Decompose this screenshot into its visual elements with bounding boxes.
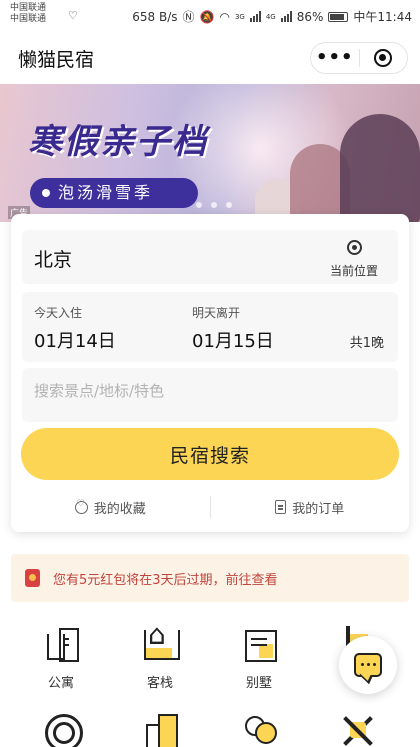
orders-label: 我的订单 xyxy=(292,501,345,517)
category-item[interactable] xyxy=(26,712,96,747)
signal-icon xyxy=(249,11,261,22)
search-card: 北京 当前位置 今天入住 01月14日 明天离开 01月15日 共1晚 民宿搜索… xyxy=(11,214,409,532)
category-inn[interactable]: 客栈 xyxy=(125,618,195,691)
banner-dot[interactable] xyxy=(226,202,232,208)
clock: 中午11:44 xyxy=(353,10,412,24)
carrier-2: 中国联通 xyxy=(10,14,47,24)
banner-subtitle: 泡汤滑雪季 xyxy=(30,178,198,208)
more-dots-icon[interactable]: ••• xyxy=(311,43,359,73)
heart-rate-icon: ♡ xyxy=(68,9,78,22)
nfc-icon: Ⓝ xyxy=(182,10,195,24)
current-location-label: 当前位置 xyxy=(329,264,378,278)
city-name: 北京 xyxy=(34,249,73,271)
apartment-icon xyxy=(43,626,79,662)
city-selector[interactable]: 北京 当前位置 xyxy=(22,230,398,284)
circle-icon xyxy=(43,712,83,747)
search-button[interactable]: 民宿搜索 xyxy=(21,428,399,480)
keyword-field[interactable] xyxy=(22,368,398,422)
category-villa[interactable]: 别墅 xyxy=(224,626,294,691)
notice-text: 您有5元红包将在3天后过期，前往查看 xyxy=(53,573,278,588)
favorites-label: 我的收藏 xyxy=(93,501,146,517)
mini-program-capsule: ••• xyxy=(310,42,408,74)
category-apartment[interactable]: 公寓 xyxy=(26,626,96,691)
status-right: 658 B/s Ⓝ 🔕 ◠ 3G 4G 86% 中午11:44 xyxy=(132,8,412,25)
locate-icon xyxy=(346,240,362,255)
banner-title: 寒假亲子档 xyxy=(28,122,208,162)
banner-dot[interactable] xyxy=(196,202,202,208)
nights-count: 共1晚 xyxy=(349,336,384,351)
chat-button[interactable] xyxy=(339,636,397,694)
current-location-button[interactable]: 当前位置 xyxy=(324,240,384,279)
red-packet-icon xyxy=(25,569,40,587)
category-item[interactable] xyxy=(323,712,393,747)
search-input[interactable] xyxy=(34,382,374,400)
signal-icon-2 xyxy=(280,11,292,22)
checkin-date: 01月14日 xyxy=(34,331,116,352)
date-selector[interactable]: 今天入住 01月14日 明天离开 01月15日 共1晚 xyxy=(22,292,398,362)
checkout-caption: 明天离开 xyxy=(192,306,241,320)
building-icon xyxy=(142,712,178,747)
net-4g: 4G xyxy=(265,12,276,21)
category-label: 客栈 xyxy=(146,676,173,691)
net-3g: 3G xyxy=(234,12,245,21)
carrier-info: 中国联通 中国联通 xyxy=(10,3,46,25)
tools-icon xyxy=(340,712,376,747)
favorite-icon xyxy=(74,499,88,514)
target-circle-icon[interactable] xyxy=(359,49,407,67)
order-icon xyxy=(275,500,287,514)
mute-icon: 🔕 xyxy=(199,9,215,24)
status-bar: 中国联通 中国联通 ♡ 658 B/s Ⓝ 🔕 ◠ 3G 4G 86% 中午11… xyxy=(0,0,420,32)
carrier-1: 中国联通 xyxy=(10,3,47,13)
nav-bar: 懒猫民宿 ••• xyxy=(0,32,420,84)
network-speed: 658 B/s xyxy=(132,9,178,24)
battery-percent: 86% xyxy=(296,9,324,24)
card-links: 我的收藏 我的订单 xyxy=(11,490,409,524)
checkout-block[interactable]: 明天离开 01月15日 xyxy=(192,304,274,353)
checkin-block[interactable]: 今天入住 01月14日 xyxy=(34,304,116,353)
chat-bubble-icon xyxy=(354,653,382,677)
orders-link[interactable]: 我的订单 xyxy=(211,498,410,517)
category-label: 公寓 xyxy=(47,676,74,691)
battery-icon xyxy=(328,11,349,22)
category-item[interactable] xyxy=(224,712,294,747)
checkin-caption: 今天入住 xyxy=(34,306,83,320)
category-item[interactable] xyxy=(125,712,195,747)
people-icon xyxy=(241,712,277,747)
category-label: 别墅 xyxy=(245,676,272,691)
inn-icon xyxy=(142,618,180,662)
banner-figure-parent xyxy=(340,114,420,222)
villa-icon xyxy=(241,626,277,662)
wifi-icon: ◠ xyxy=(219,9,230,24)
red-packet-notice[interactable]: 您有5元红包将在3天后过期，前往查看 xyxy=(11,554,409,602)
favorites-link[interactable]: 我的收藏 xyxy=(11,498,210,517)
banner-dot[interactable] xyxy=(211,202,217,208)
app-title: 懒猫民宿 xyxy=(18,49,95,71)
checkout-date: 01月15日 xyxy=(192,331,274,352)
banner-pagination xyxy=(196,202,232,208)
